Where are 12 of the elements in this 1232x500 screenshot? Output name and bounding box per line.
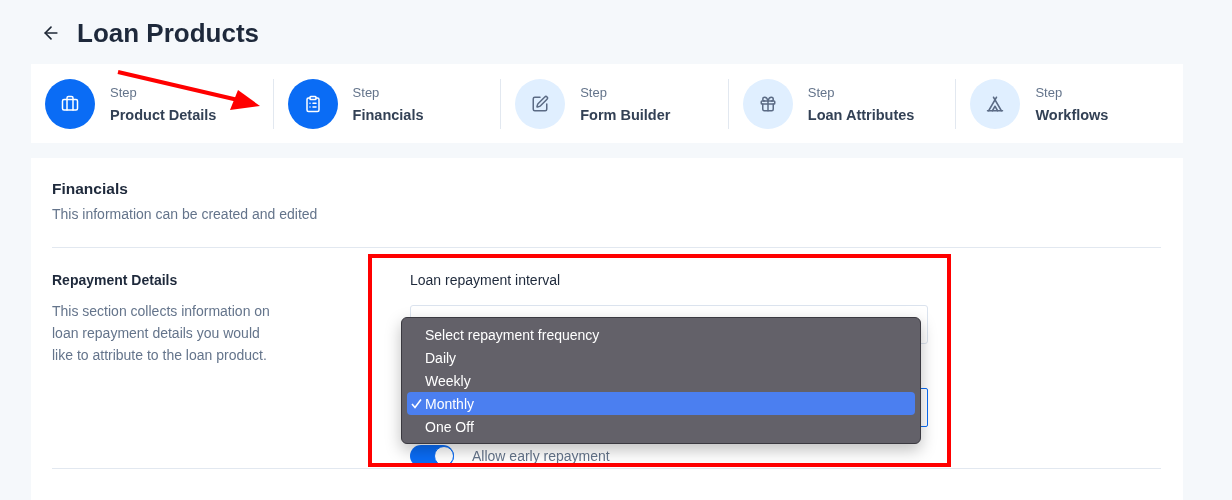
step-caption: Step [352,84,381,100]
step-caption: Step [110,84,138,100]
card-title: Financials [52,180,129,198]
step-caption: Step [580,84,608,100]
card-subtitle: This information can be created and edited [52,206,319,222]
section-description: This section collects information on loan repayment details you would like to attribute to the loan product. [52,302,270,365]
step-caption: Step [807,84,836,100]
toggle-label: Allow early repayment [472,448,610,464]
section-title: Repayment Details [52,272,179,288]
field-label: Loan repayment interval [410,272,562,288]
page-title: Loan Products [77,17,259,49]
step-caption: Step [1035,84,1064,100]
